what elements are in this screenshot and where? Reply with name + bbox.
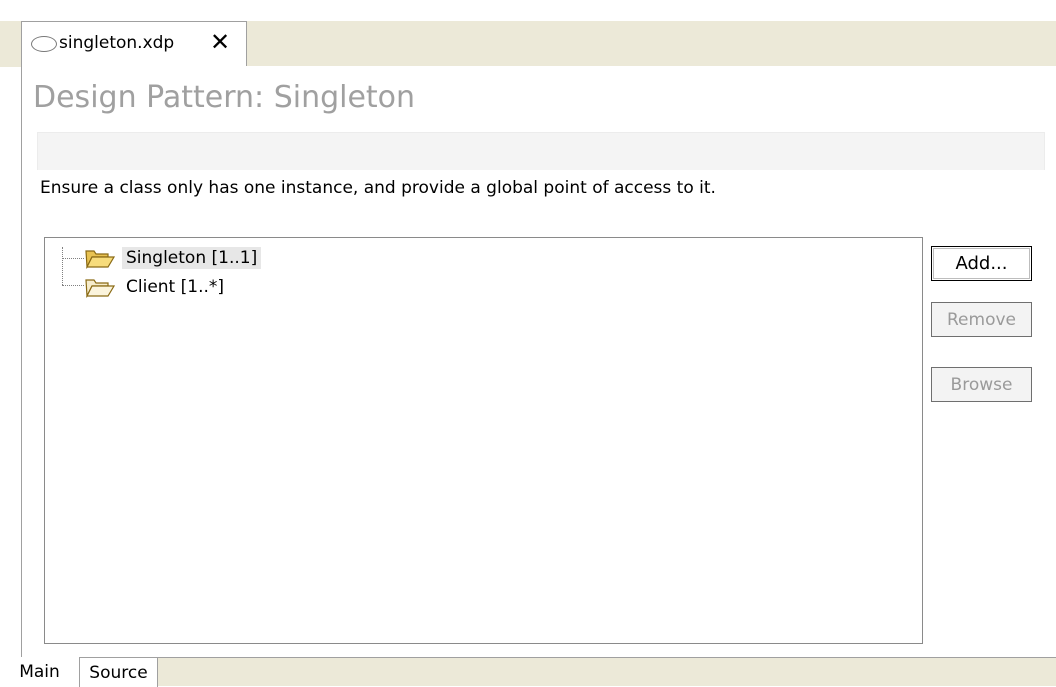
close-icon[interactable]: ✕ xyxy=(205,27,235,57)
tab-strip-top xyxy=(0,0,1056,21)
tree-node-singleton[interactable]: Singleton [1..1] xyxy=(84,245,262,271)
tree-connector xyxy=(62,285,84,286)
editor-tab-title: singleton.xdp xyxy=(59,33,175,53)
tree-connector-vertical xyxy=(62,247,63,285)
tab-source[interactable]: Source xyxy=(79,657,158,687)
tree-node-label: Singleton [1..1] xyxy=(122,247,262,269)
file-oval-icon xyxy=(31,36,57,52)
tab-main[interactable]: Main xyxy=(0,657,79,687)
browse-button[interactable]: Browse xyxy=(931,367,1032,402)
tree-node-client[interactable]: Client [1..*] xyxy=(84,274,228,300)
tree-node-label: Client [1..*] xyxy=(126,277,225,297)
section-header-band xyxy=(37,132,1045,170)
editor-tab-strip: singleton.xdp ✕ xyxy=(0,0,1056,67)
open-folder-icon xyxy=(85,279,116,298)
remove-button[interactable]: Remove xyxy=(931,302,1032,337)
add-button[interactable]: Add... xyxy=(931,246,1032,281)
open-folder-icon xyxy=(85,250,116,269)
pattern-description: Ensure a class only has one instance, an… xyxy=(40,178,716,198)
bottom-tab-strip: Main Source xyxy=(0,657,1056,687)
editor-tab-singleton[interactable]: singleton.xdp ✕ xyxy=(21,21,247,67)
tree-connector xyxy=(62,258,84,259)
page-title: Design Pattern: Singleton xyxy=(33,80,416,115)
